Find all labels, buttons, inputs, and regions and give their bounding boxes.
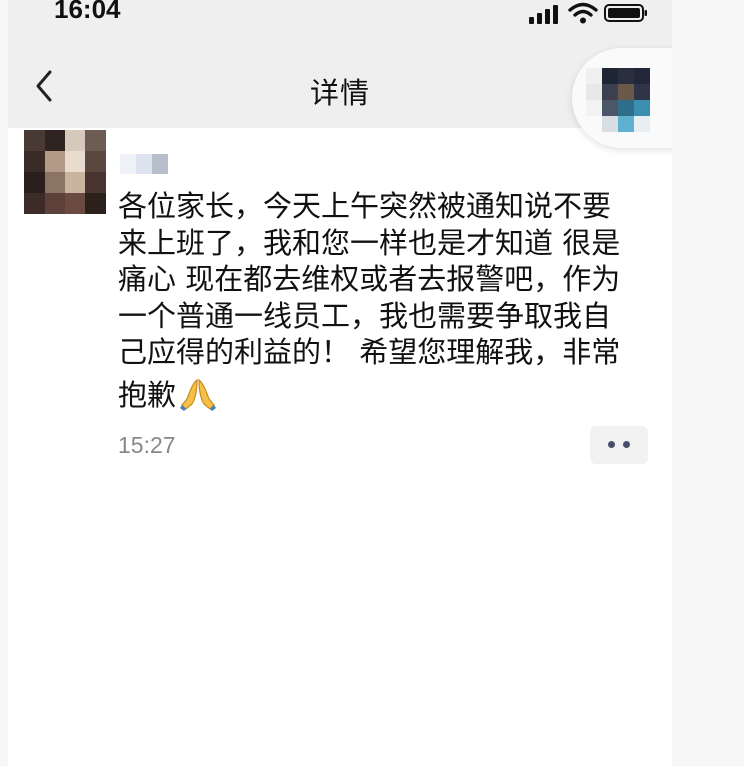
floating-window-button[interactable] [572, 48, 672, 148]
more-options-button[interactable] [590, 426, 648, 464]
status-time: 16:04 [54, 0, 121, 24]
message-line: 己应得的利益的！ 希望您理解我，非常 [118, 335, 621, 370]
message-line-last: 抱歉 [118, 371, 658, 414]
username-obscured [120, 154, 168, 174]
avatar[interactable] [24, 130, 106, 214]
more-dots-icon [623, 441, 630, 448]
more-dots-icon [608, 441, 615, 448]
cellular-signal-icon [529, 5, 558, 24]
message-line: 来上班了，我和您一样也是才知道 很是 [118, 225, 621, 260]
message-line: 抱歉 [118, 377, 177, 412]
post-message: 各位家长，今天上午突然被通知说不要 来上班了，我和您一样也是才知道 很是 痛心 … [118, 188, 658, 414]
wifi-icon [568, 2, 598, 24]
message-line: 一个普通一线员工，我也需要争取我自 [118, 298, 612, 333]
message-line: 痛心 现在都去维权或者去报警吧，作为 [118, 262, 621, 297]
folded-hands-emoji-icon [180, 378, 217, 411]
post-timestamp: 15:27 [118, 432, 176, 458]
pixelated-thumbnail [586, 68, 650, 132]
status-bar: 16:04 [8, 0, 672, 44]
message-line: 各位家长，今天上午突然被通知说不要 [118, 189, 612, 223]
phone-screen: 16:04 详情 各位家长，今天上午突然被通知说不要 来上班了，我和您一样也是才… [8, 0, 672, 766]
battery-icon [604, 4, 647, 22]
